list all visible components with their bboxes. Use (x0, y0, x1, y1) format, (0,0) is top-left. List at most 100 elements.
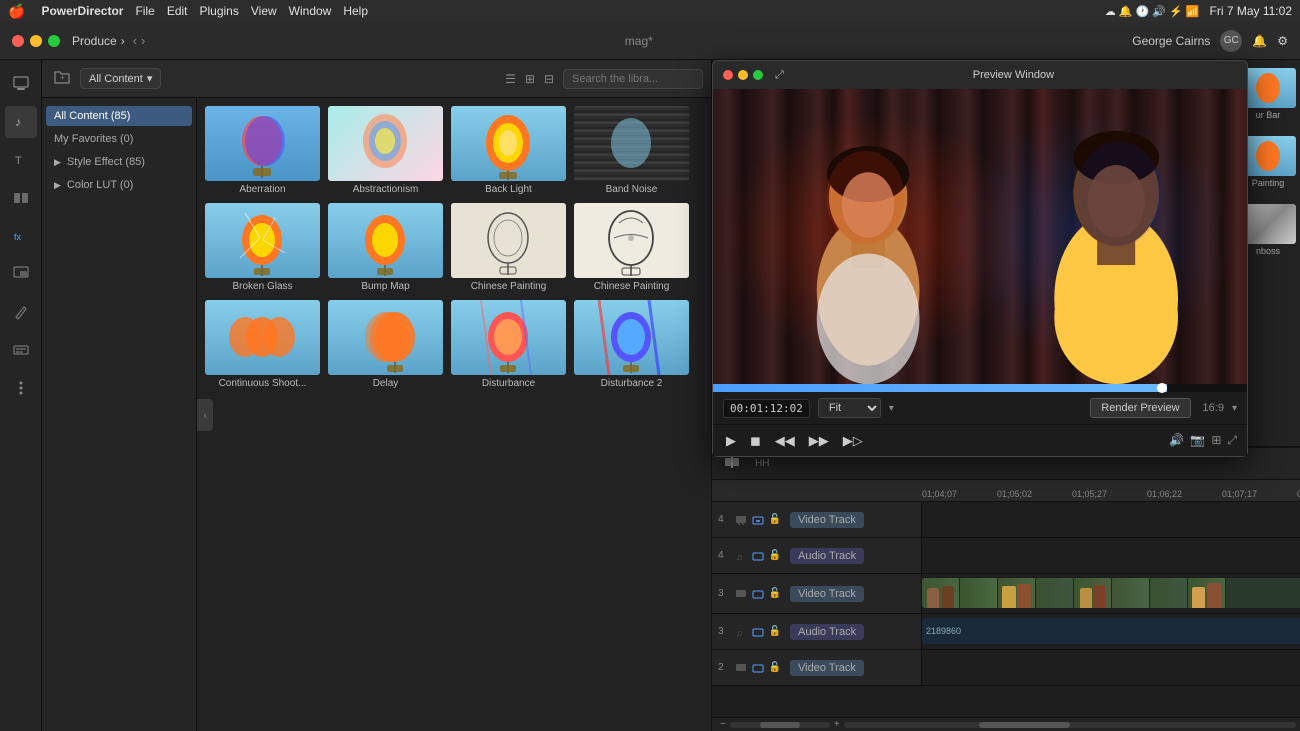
content-filter-select[interactable]: All Content ▾ (80, 68, 161, 89)
sidebar-audio-icon[interactable]: ♪ (5, 106, 37, 138)
track-visible-icon[interactable] (751, 587, 765, 601)
settings-icon[interactable]: ⚙ (1277, 34, 1288, 48)
sidebar-text-icon[interactable]: T (5, 144, 37, 176)
track-4-video-controls: 4 🔓 Video Track (712, 502, 922, 537)
edge-item-2[interactable]: Painting (1241, 136, 1296, 188)
effect-backlight[interactable]: Back Light (451, 106, 566, 195)
track-lock-icon[interactable]: 🔓 (768, 661, 782, 675)
sidebar-collapse-button[interactable]: ‹ (197, 399, 213, 431)
menu-help[interactable]: Help (343, 4, 368, 18)
zoom-slider[interactable] (730, 722, 830, 728)
next-frame-button[interactable]: ▶▶ (806, 430, 832, 452)
preview-minimize[interactable] (738, 70, 748, 80)
close-btn[interactable] (12, 35, 24, 47)
fast-forward-button[interactable]: ▶▷ (840, 430, 866, 452)
track-2-video-controls: 2 🔓 Video Track (712, 650, 922, 685)
effect-thumb-delay (328, 300, 443, 375)
render-preview-button[interactable]: Render Preview (1090, 398, 1190, 418)
video-clip-3[interactable]: 2189860 (922, 578, 1300, 608)
track-3-audio-content[interactable]: 2189860 (922, 614, 1300, 649)
user-avatar[interactable]: GC (1220, 30, 1242, 52)
stop-button[interactable]: ◼ (747, 430, 764, 452)
edge-thumb-2 (1241, 136, 1296, 176)
menu-window[interactable]: Window (289, 4, 332, 18)
edge-thumb-3 (1241, 204, 1296, 244)
preview-maximize[interactable] (753, 70, 763, 80)
minimize-btn[interactable] (30, 35, 42, 47)
preview-close[interactable] (723, 70, 733, 80)
timeline-tracks: 4 🔓 Video Track (712, 502, 1300, 686)
effect-aberration[interactable]: Aberration (205, 106, 320, 195)
scroll-track[interactable] (844, 722, 1296, 728)
volume-icon[interactable]: 🔊 (1169, 433, 1184, 448)
sidebar-subtitle-icon[interactable] (5, 334, 37, 366)
sidebar-transitions-icon[interactable] (5, 182, 37, 214)
large-grid-button[interactable]: ⊟ (541, 69, 557, 89)
sidebar-more-icon[interactable] (5, 372, 37, 404)
effect-brokenglass[interactable]: Broken Glass (205, 203, 320, 292)
track-lock-icon[interactable]: 🔓 (768, 513, 782, 527)
sidebar-media-icon[interactable] (5, 68, 37, 100)
menu-edit[interactable]: Edit (167, 4, 188, 18)
filter-color-lut[interactable]: ▶ Color LUT (0) (46, 175, 192, 195)
edge-item-3[interactable]: nboss (1241, 204, 1296, 256)
sidebar-draw-icon[interactable] (5, 296, 37, 328)
timeline-section: HH 01;04;07 01;05;02 01;05;27 01;06;22 0… (712, 446, 1300, 731)
search-input[interactable] (563, 69, 703, 89)
scroll-thumb[interactable] (979, 722, 1069, 728)
track-lock-icon[interactable]: 🔓 (768, 549, 782, 563)
filter-all-content[interactable]: All Content (85) (46, 106, 192, 126)
preview-expand-icon[interactable]: ⤢ (775, 69, 784, 82)
effect-chinesepainting1[interactable]: Chinese Painting (451, 203, 566, 292)
sidebar-fx-icon[interactable]: fx (5, 220, 37, 252)
effect-abstractionism[interactable]: Abstractionism (328, 106, 443, 195)
fullscreen-icon[interactable]: ⤢ (1227, 433, 1237, 448)
play-button[interactable]: ▶ (723, 430, 739, 452)
track-mute-icon[interactable] (751, 549, 765, 563)
scrubber-thumb[interactable] (1157, 383, 1167, 393)
track-visible-icon[interactable] (751, 513, 765, 527)
menu-plugins[interactable]: Plugins (200, 4, 239, 18)
effect-delay[interactable]: Delay (328, 300, 443, 389)
track-3-audio-controls: 3 ♫ 🔓 Audio Track (712, 614, 922, 649)
maximize-btn[interactable] (48, 35, 60, 47)
filter-style-effect[interactable]: ▶ Style Effect (85) (46, 152, 192, 172)
menu-file[interactable]: File (135, 4, 154, 18)
apple-menu[interactable]: 🍎 (8, 3, 25, 20)
time-ruler[interactable]: 01;04;07 01;05;02 01;05;27 01;06;22 01;0… (712, 480, 1300, 502)
effect-bandnoise[interactable]: Band Noise (574, 106, 689, 195)
back-button[interactable]: ‹ (133, 33, 137, 48)
track-lock-icon[interactable]: 🔓 (768, 587, 782, 601)
produce-button[interactable]: Produce › (72, 34, 125, 48)
filter-favorites[interactable]: My Favorites (0) (46, 129, 192, 149)
effect-chinesepainting2[interactable]: Chinese Painting (574, 203, 689, 292)
track-3-video-content[interactable]: 2189860 (922, 574, 1300, 613)
effect-label: Continuous Shoot... (219, 378, 307, 389)
add-content-button[interactable]: + (50, 66, 74, 91)
prev-frame-button[interactable]: ◀◀ (772, 430, 798, 452)
grid-view-button[interactable]: ⊞ (522, 69, 538, 89)
track-visible-icon[interactable] (751, 661, 765, 675)
filter-all-label: All Content (85) (54, 110, 130, 122)
effect-bumpmap[interactable]: Bump Map (328, 203, 443, 292)
zoom-in-button[interactable]: + (834, 719, 840, 730)
external-display-icon[interactable]: ⊞ (1211, 433, 1221, 448)
effect-label: Delay (373, 378, 399, 389)
track-lock-icon[interactable]: 🔓 (768, 625, 782, 639)
list-view-button[interactable]: ☰ (502, 69, 519, 89)
track-number: 2 (718, 662, 730, 673)
effect-disturbance[interactable]: Disturbance (451, 300, 566, 389)
fit-select[interactable]: Fit 100% 50% (818, 398, 881, 418)
sidebar-pip-icon[interactable] (5, 258, 37, 290)
edge-item-1[interactable]: ur Bar (1241, 68, 1296, 120)
audio-clip-3[interactable]: 2189860 (922, 618, 1300, 644)
snapshot-icon[interactable]: 📷 (1190, 433, 1205, 448)
effect-label: Chinese Painting (594, 281, 670, 292)
preview-scrubber[interactable] (713, 384, 1247, 392)
effect-disturbance2[interactable]: Disturbance 2 (574, 300, 689, 389)
notification-icon[interactable]: 🔔 (1252, 34, 1267, 48)
effect-continuous[interactable]: Continuous Shoot... (205, 300, 320, 389)
track-mute-icon[interactable] (751, 625, 765, 639)
menu-view[interactable]: View (251, 4, 277, 18)
zoom-out-button[interactable]: − (720, 719, 726, 730)
